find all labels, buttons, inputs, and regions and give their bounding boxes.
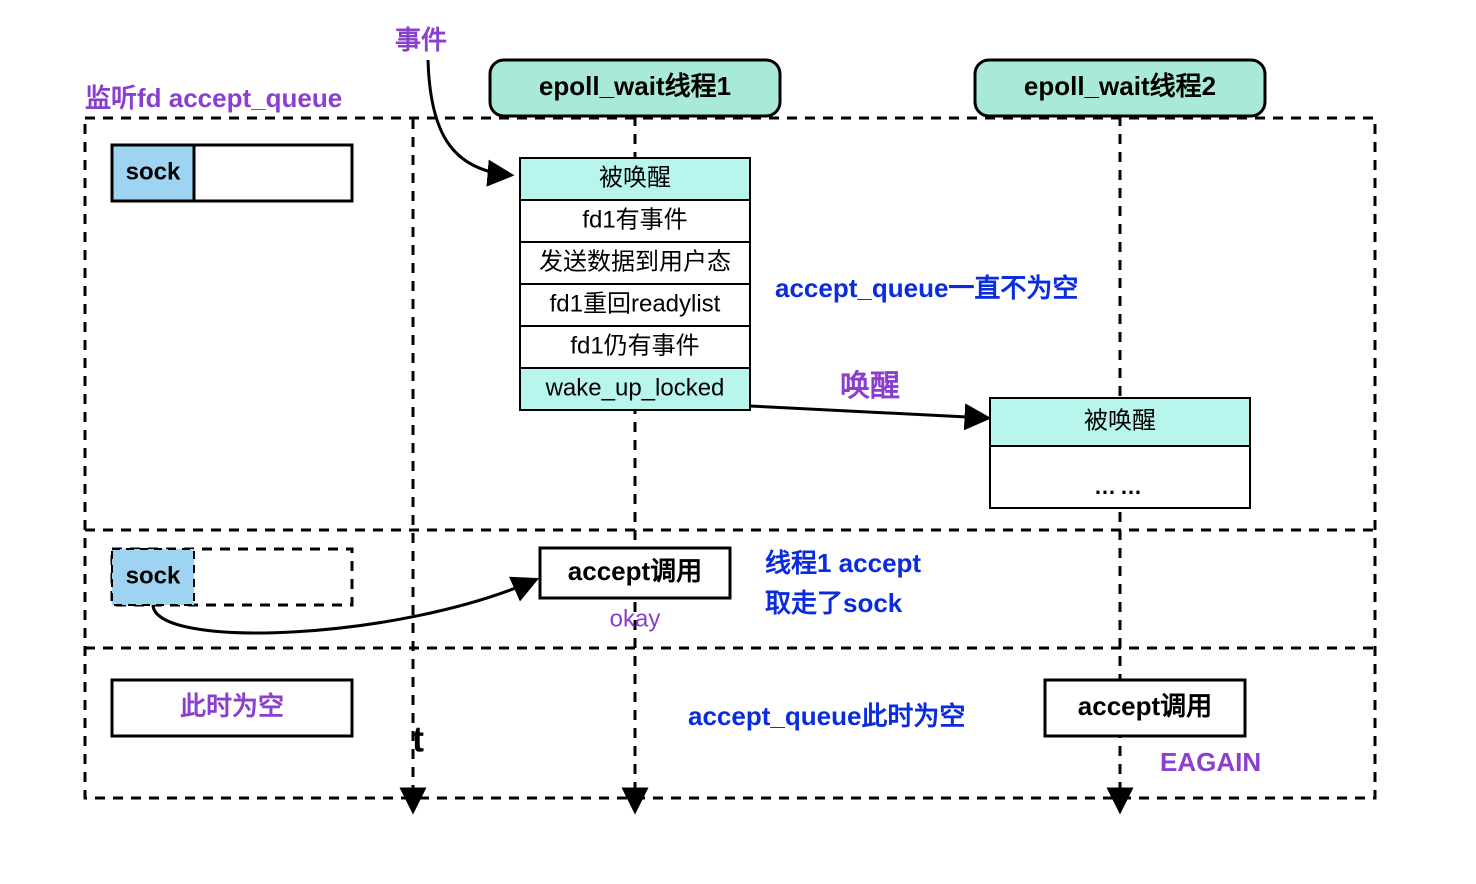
thread2-header: epoll_wait线程2: [1024, 71, 1216, 101]
accept2-label: accept调用: [1078, 691, 1212, 721]
t1-r1: fd1有事件: [582, 206, 687, 233]
t1-r3: fd1重回readylist: [550, 290, 721, 317]
queue-empty: accept_queue此时为空: [688, 701, 965, 731]
sock-row2: sock: [112, 549, 352, 605]
t1-r2: 发送数据到用户态: [539, 248, 731, 275]
sock-label-1: sock: [126, 158, 181, 185]
t2-wake: 被唤醒: [1084, 407, 1156, 434]
queue-nonempty: accept_queue一直不为空: [775, 273, 1078, 303]
t1-r5: wake_up_locked: [545, 374, 725, 401]
empty-now-label: 此时为空: [180, 691, 284, 721]
t1-wake: 被唤醒: [599, 164, 671, 191]
wake-arrow: [750, 406, 987, 418]
thread2-steps: 被唤醒 ……: [990, 398, 1250, 508]
thread1-accept-l1: 线程1 accept: [765, 548, 921, 578]
thread1-steps: 被唤醒 fd1有事件 发送数据到用户态 fd1重回readylist fd1仍有…: [520, 158, 750, 410]
okay-label: okay: [610, 605, 661, 632]
t-label: t: [412, 719, 424, 760]
wake-arrow-label: 唤醒: [840, 370, 900, 403]
thread1-accept-l2: 取走了sock: [765, 588, 903, 618]
accept1-label: accept调用: [568, 556, 702, 586]
eagain-label: EAGAIN: [1160, 747, 1261, 777]
sock-row1: sock: [112, 145, 352, 201]
diagram-root: 监听fd accept_queue 事件 epoll_wait线程1 epoll…: [0, 0, 1476, 884]
t1-r4: fd1仍有事件: [570, 332, 699, 359]
sock-label-2: sock: [126, 562, 181, 589]
listen-title: 监听fd accept_queue: [85, 83, 342, 113]
t2-dots: ……: [1094, 474, 1146, 499]
event-label: 事件: [395, 25, 447, 55]
thread1-header: epoll_wait线程1: [539, 71, 731, 101]
